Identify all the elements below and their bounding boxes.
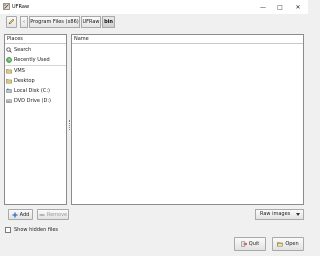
desktop-folder-icon [6, 78, 12, 84]
place-label: Local Disk (C:) [14, 87, 50, 94]
add-icon [12, 212, 18, 218]
add-bookmark-button[interactable]: Add [8, 209, 33, 220]
dvd-drive-icon [6, 98, 12, 104]
filter-selected-value: Raw images [260, 211, 291, 217]
remove-bookmark-button[interactable]: Remove [37, 209, 69, 220]
minimize-button[interactable]: — [255, 0, 271, 14]
close-button[interactable]: ✕ [290, 0, 306, 14]
open-label: Open [285, 241, 299, 247]
chevron-down-icon [296, 213, 300, 216]
file-type-filter-select[interactable]: Raw images [255, 209, 304, 220]
place-label: DVD Drive (D:) [14, 97, 51, 104]
path-crumb-bin[interactable]: bin [102, 16, 115, 28]
folder-icon [6, 68, 12, 74]
add-label: Add [19, 211, 30, 218]
title-bar: UFRaw — □ ✕ [0, 0, 308, 14]
path-crumb-program-files[interactable]: Program Files (x86) [29, 16, 80, 28]
places-header[interactable]: Places [5, 35, 66, 44]
recent-icon [6, 56, 12, 63]
place-vms[interactable]: VMS [6, 66, 25, 75]
path-crumb-ufraw[interactable]: UFRaw [81, 16, 101, 28]
file-list[interactable]: Name [71, 34, 304, 205]
ufraw-app-icon [3, 3, 10, 10]
remove-icon [39, 212, 45, 218]
maximize-button[interactable]: □ [272, 0, 288, 14]
place-label: Search [14, 46, 32, 53]
drive-icon [6, 88, 12, 94]
places-pane: Places Search Recently Used VMS Desktop … [4, 34, 67, 205]
window-title: UFRaw [12, 4, 30, 10]
place-label: VMS [14, 67, 25, 74]
path-scroll-left-button[interactable]: ‹ [20, 16, 28, 28]
place-label: Recently Used [14, 56, 50, 63]
place-search[interactable]: Search [6, 45, 31, 54]
chevron-left-icon: ‹ [23, 19, 25, 25]
show-hidden-files-checkbox[interactable] [5, 227, 11, 233]
quit-label: Quit [248, 241, 260, 247]
open-button[interactable]: Open [272, 237, 304, 251]
place-desktop[interactable]: Desktop [6, 76, 35, 85]
place-local-disk-c[interactable]: Local Disk (C:) [6, 86, 50, 95]
open-folder-icon [277, 241, 284, 247]
name-column-header[interactable]: Name [72, 35, 303, 44]
remove-label: Remove [46, 211, 68, 218]
place-recently-used[interactable]: Recently Used [6, 55, 50, 64]
pencil-icon [8, 18, 15, 27]
type-location-button[interactable] [6, 16, 17, 28]
show-hidden-files-label[interactable]: Show hidden files [14, 226, 58, 234]
place-dvd-drive-d[interactable]: DVD Drive (D:) [6, 96, 51, 105]
quit-button[interactable]: Quit [234, 237, 266, 251]
quit-icon [241, 241, 247, 247]
search-icon [6, 46, 12, 53]
splitter-grip[interactable] [69, 120, 70, 130]
place-label: Desktop [14, 77, 35, 84]
